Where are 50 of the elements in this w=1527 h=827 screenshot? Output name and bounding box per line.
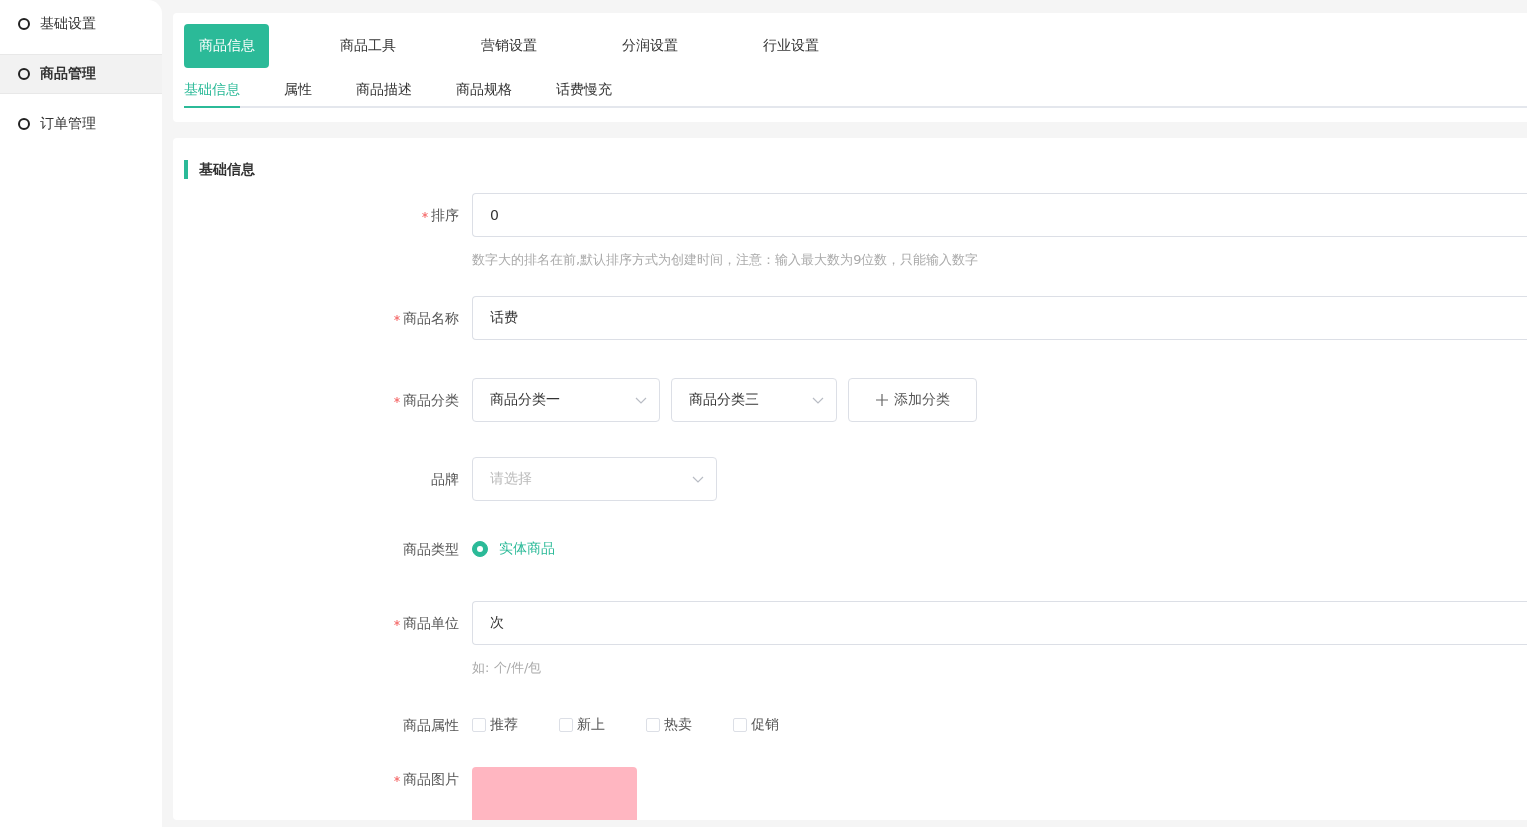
checkbox[interactable] — [733, 718, 747, 732]
field-hint: 数字大的排名在前,默认排序方式为创建时间，注意：输入最大数为9位数，只能输入数字 — [472, 251, 980, 269]
checkbox-label: 新上 — [577, 716, 605, 734]
main-tab[interactable]: 营销设置 — [466, 24, 551, 68]
checkbox-label: 推荐 — [490, 716, 518, 734]
text-field[interactable]: 0 — [472, 193, 1527, 237]
field-label: 商品分类 — [403, 391, 459, 410]
sub-tab[interactable]: 话费慢充 — [556, 78, 612, 108]
required-icon — [394, 315, 400, 321]
required-icon — [394, 776, 400, 782]
main-tab[interactable]: 分润设置 — [607, 24, 692, 68]
section-title: 基础信息 — [184, 160, 1527, 179]
radio-label: 实体商品 — [499, 540, 555, 558]
checkbox-label: 促销 — [751, 716, 779, 734]
sub-tab[interactable]: 属性 — [284, 78, 312, 108]
chevron-down-icon — [635, 396, 647, 404]
field-label: 商品类型 — [403, 540, 459, 559]
sidebar-item[interactable]: 基础设置 — [0, 5, 162, 43]
sub-tab[interactable]: 商品规格 — [456, 78, 512, 108]
required-icon — [422, 212, 428, 218]
field-label: 商品图片 — [403, 770, 459, 789]
sidebar-item[interactable]: 商品管理 — [0, 54, 162, 94]
main-tab[interactable]: 商品工具 — [325, 24, 410, 68]
checkbox-label: 热卖 — [664, 716, 692, 734]
circle-icon — [18, 118, 30, 130]
add-category-button[interactable]: 添加分类 — [848, 378, 977, 422]
field-label: 商品属性 — [403, 716, 459, 735]
category-select[interactable]: 商品分类一 — [472, 378, 660, 422]
text-field[interactable]: 次 — [472, 601, 1527, 645]
field-label: 商品单位 — [403, 614, 459, 633]
main-tab[interactable]: 行业设置 — [748, 24, 833, 68]
checkbox[interactable] — [472, 718, 486, 732]
chevron-down-icon — [692, 475, 704, 483]
field-label: 品牌 — [431, 470, 459, 489]
field-label: 商品名称 — [403, 309, 459, 328]
radio-button[interactable] — [472, 541, 488, 557]
chevron-down-icon — [812, 396, 824, 404]
category-select[interactable]: 商品分类三 — [671, 378, 837, 422]
circle-icon — [18, 68, 30, 80]
checkbox[interactable] — [646, 718, 660, 732]
sub-tab[interactable]: 商品描述 — [356, 78, 412, 108]
checkbox[interactable] — [559, 718, 573, 732]
text-field[interactable]: 话费 — [472, 296, 1527, 340]
required-icon — [394, 397, 400, 403]
required-icon — [394, 620, 400, 626]
field-label: 排序 — [431, 206, 459, 225]
plus-icon — [875, 394, 888, 406]
circle-icon — [18, 18, 30, 30]
sidebar-item[interactable]: 订单管理 — [0, 105, 162, 143]
field-hint: 如: 个/件/包 — [472, 659, 543, 677]
